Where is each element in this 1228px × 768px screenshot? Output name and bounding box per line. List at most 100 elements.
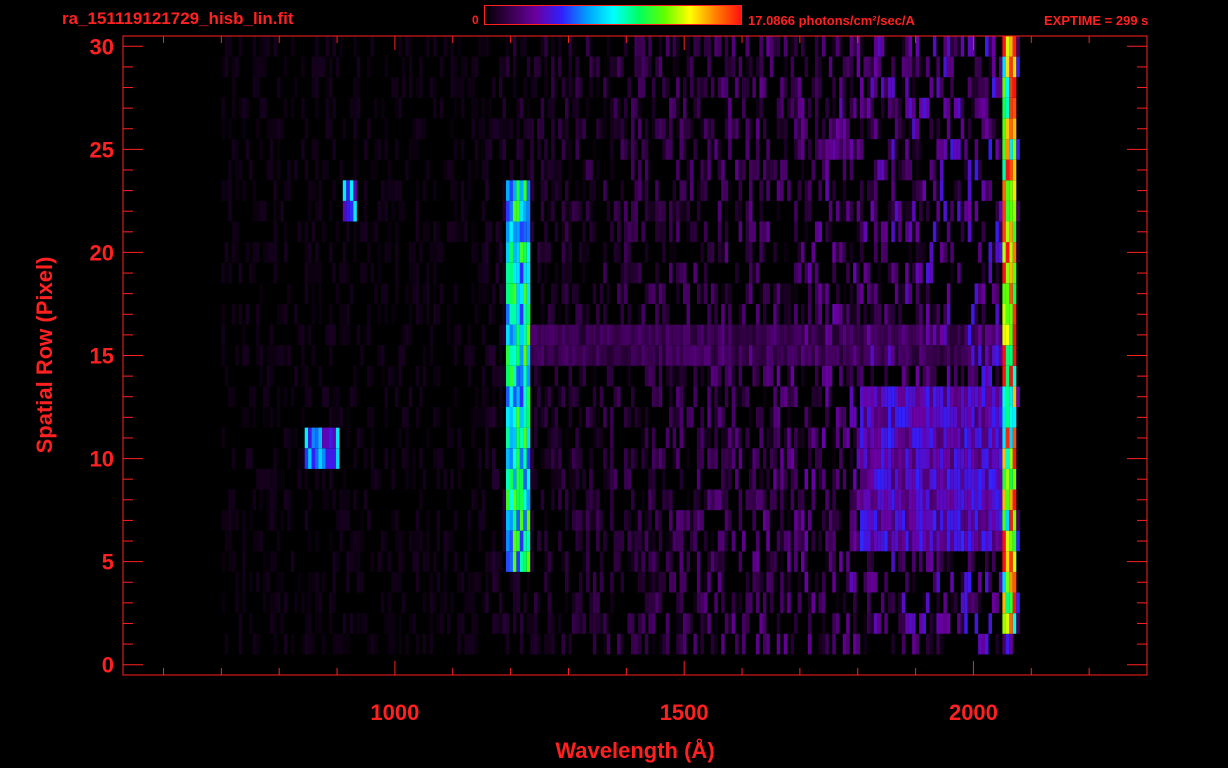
heatmap-cell <box>582 118 586 140</box>
heatmap-cell <box>873 407 878 428</box>
heatmap-cell <box>610 345 614 366</box>
heatmap-cell <box>679 345 683 366</box>
heatmap-cell <box>821 468 826 490</box>
heatmap-cell <box>488 221 493 243</box>
heatmap-cell <box>957 386 961 407</box>
heatmap-cell <box>867 530 871 552</box>
heatmap-cell <box>939 448 944 469</box>
heatmap-cell <box>485 36 489 57</box>
heatmap-cell <box>235 221 239 243</box>
heatmap-cell <box>509 530 513 552</box>
heatmap-cell <box>724 221 729 243</box>
heatmap-cell <box>408 139 413 160</box>
heatmap-cell <box>332 551 336 572</box>
heatmap-cell <box>457 571 461 593</box>
heatmap-cell <box>308 592 312 614</box>
heatmap-cell <box>978 427 982 449</box>
heatmap-cell <box>447 489 451 511</box>
heatmap-cell <box>443 530 447 552</box>
heatmap-cell <box>1012 551 1017 572</box>
heatmap-cell <box>519 283 524 304</box>
heatmap-cell <box>766 180 770 201</box>
heatmap-cell <box>724 613 729 634</box>
heatmap-cell <box>783 448 788 469</box>
heatmap-cell <box>471 97 475 119</box>
heatmap-cell <box>811 159 815 181</box>
heatmap-cell <box>637 633 642 655</box>
heatmap-cell <box>533 345 538 366</box>
heatmap-cell <box>915 551 920 572</box>
heatmap-cell <box>356 56 361 78</box>
heatmap-cell <box>946 427 951 449</box>
heatmap-cell <box>519 139 524 160</box>
heatmap-cell <box>533 365 538 387</box>
heatmap-cell <box>627 324 631 346</box>
heatmap-cell <box>603 242 607 263</box>
heatmap-cell <box>946 448 951 469</box>
heatmap-cell <box>860 283 864 304</box>
heatmap-cell <box>526 180 531 201</box>
heatmap-cell <box>401 592 406 614</box>
heatmap-cell <box>474 407 479 428</box>
heatmap-cell <box>860 77 864 98</box>
heatmap-cell <box>842 242 847 263</box>
heatmap-cell <box>301 365 305 387</box>
heatmap-cell <box>634 200 638 222</box>
heatmap-cell <box>530 510 534 531</box>
heatmap-cell <box>936 118 940 140</box>
heatmap-cell <box>339 36 343 57</box>
heatmap-cell <box>471 571 475 593</box>
heatmap-cell <box>919 200 923 222</box>
heatmap-cell <box>471 427 475 449</box>
heatmap-cell <box>544 510 548 531</box>
heatmap-cell <box>992 592 996 614</box>
heatmap-cell <box>231 77 236 98</box>
heatmap-cell <box>818 304 822 325</box>
heatmap-cell <box>603 407 607 428</box>
heatmap-cell <box>408 77 413 98</box>
heatmap-cell <box>356 77 361 98</box>
heatmap-cell <box>939 324 944 346</box>
heatmap-cell <box>752 159 756 181</box>
heatmap-cell <box>877 118 881 140</box>
heatmap-cell <box>922 345 926 366</box>
heatmap-cell <box>613 242 618 263</box>
heatmap-cell <box>624 345 628 366</box>
heatmap-cell <box>415 283 420 304</box>
heatmap-cell <box>703 221 708 243</box>
heatmap-cell <box>610 139 614 160</box>
heatmap-cell <box>797 262 802 284</box>
heatmap-cell <box>450 159 454 181</box>
heatmap-cell <box>367 56 371 78</box>
heatmap-cell <box>394 283 399 304</box>
heatmap-cell <box>547 427 552 449</box>
heatmap-cell <box>516 407 520 428</box>
heatmap-cell <box>554 427 559 449</box>
heatmap-cell <box>929 613 933 634</box>
heatmap-cell <box>814 386 819 407</box>
heatmap-cell <box>814 304 819 325</box>
heatmap-cell <box>919 345 923 366</box>
heatmap-cell <box>530 118 534 140</box>
heatmap-cell <box>575 345 579 366</box>
heatmap-cell <box>988 571 992 593</box>
heatmap-cell <box>665 613 670 634</box>
heatmap-cell <box>898 407 902 428</box>
heatmap-cell <box>585 345 590 366</box>
heatmap-cell <box>384 118 388 140</box>
heatmap-cell <box>860 242 864 263</box>
heatmap-cell <box>887 592 892 614</box>
heatmap-cell <box>860 530 864 552</box>
heatmap-cell <box>554 283 559 304</box>
heatmap-cell <box>686 200 690 222</box>
heatmap-cell <box>530 180 534 201</box>
heatmap-cell <box>731 324 736 346</box>
heatmap-cell <box>714 283 718 304</box>
heatmap-cell <box>231 386 236 407</box>
heatmap-cell <box>742 324 746 346</box>
heatmap-cell <box>1005 448 1010 469</box>
heatmap-cell <box>394 221 399 243</box>
heatmap-cell <box>971 592 975 614</box>
heatmap-cell <box>915 489 920 511</box>
heatmap-cell <box>794 221 798 243</box>
